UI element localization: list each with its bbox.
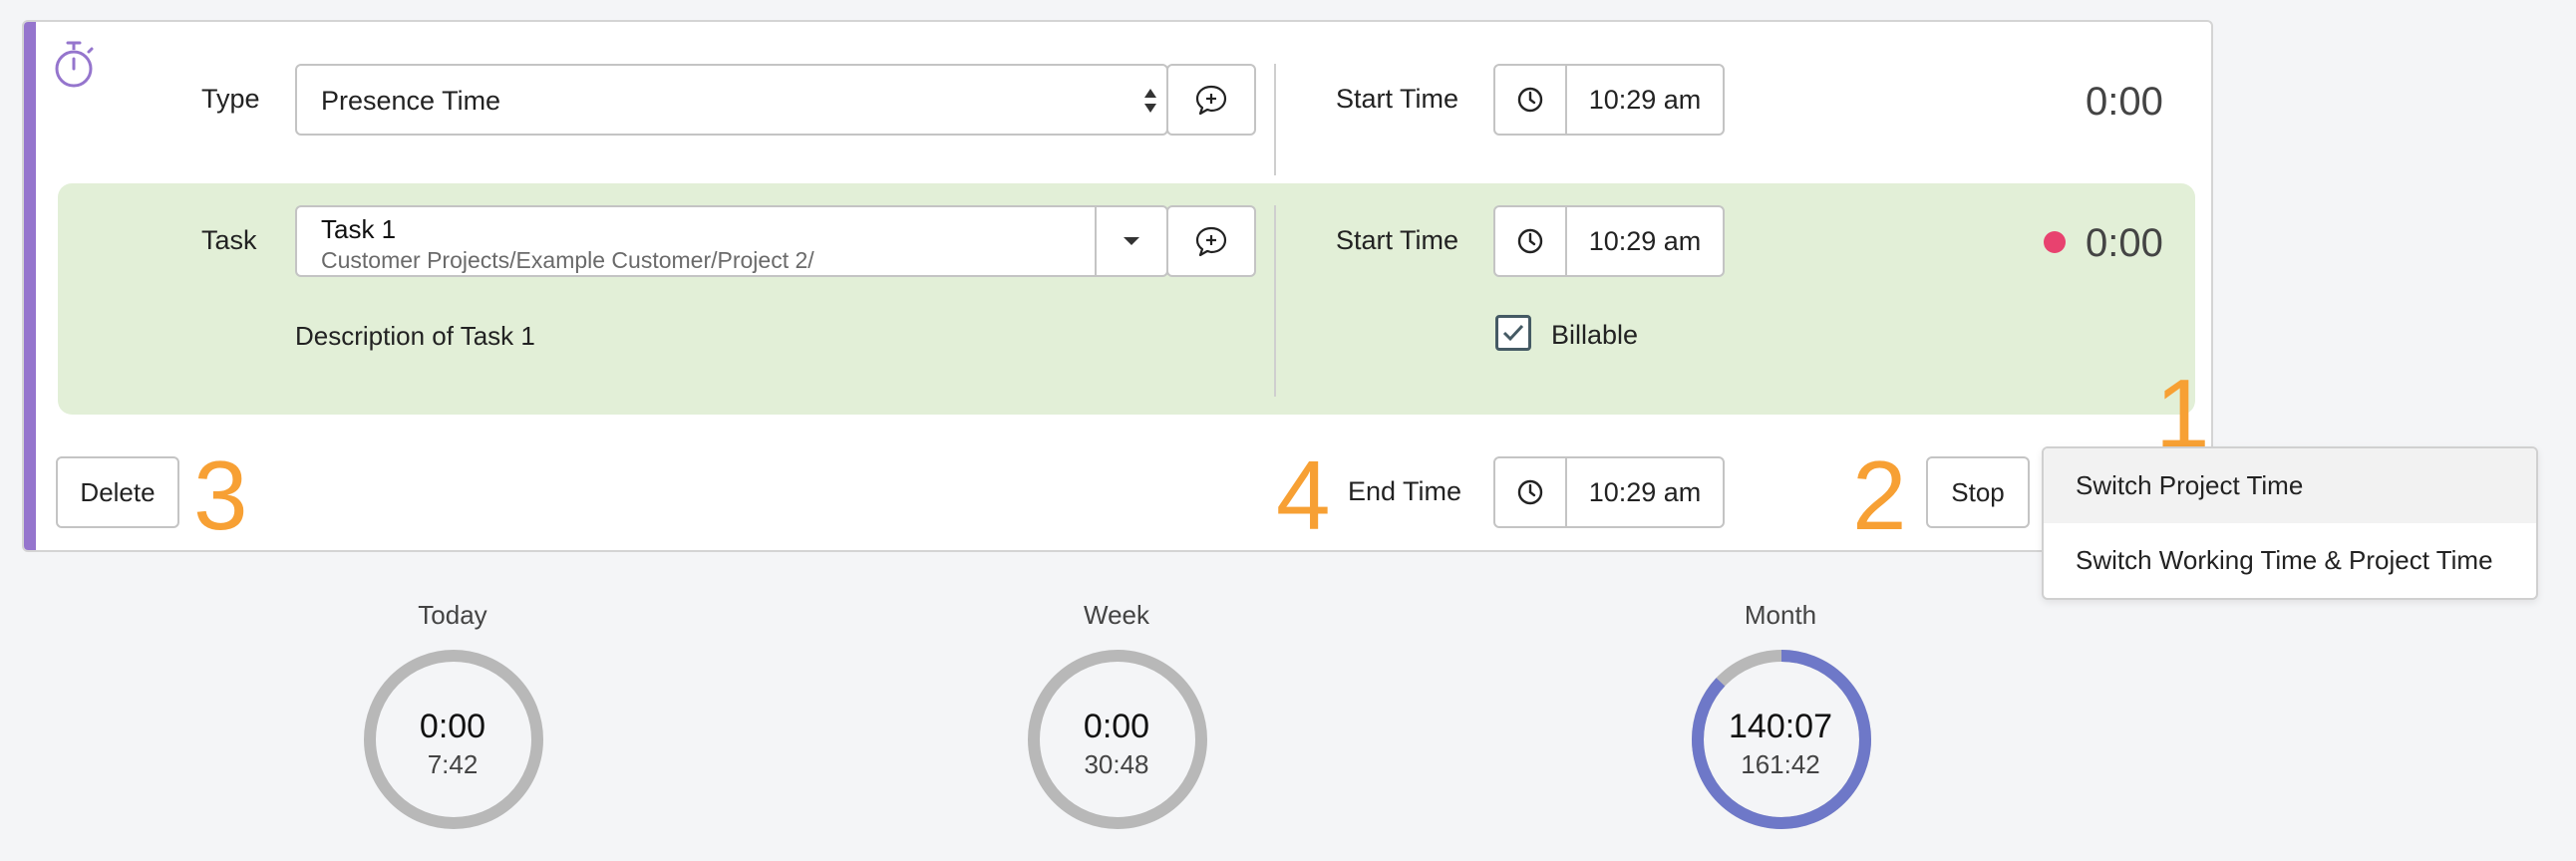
clock-icon [1495, 207, 1567, 275]
updown-arrows-icon [1142, 86, 1158, 121]
billable-checkbox[interactable] [1495, 315, 1531, 351]
task-label: Task [201, 225, 257, 255]
task-name: Task 1 [321, 214, 397, 244]
comment-plus-icon [1195, 226, 1227, 257]
task-start-time-label: Start Time [1336, 225, 1459, 255]
menu-item-switch-working-and-project-time[interactable]: Switch Working Time & Project Time [2044, 523, 2536, 598]
annotation-2: 2 [1852, 440, 1907, 550]
today-value: 0:00 [419, 708, 486, 745]
task-duration: 0:00 [2086, 221, 2163, 265]
start-time-field[interactable]: 10:29 am [1493, 64, 1725, 136]
start-time-value: 10:29 am [1588, 84, 1702, 115]
clock-icon [1495, 458, 1567, 526]
task-dropdown-toggle[interactable] [1095, 207, 1166, 275]
presence-duration: 0:00 [2086, 80, 2163, 124]
task-start-time-value: 10:29 am [1588, 225, 1702, 256]
column-divider [1274, 64, 1276, 175]
stop-button[interactable]: Stop [1926, 456, 2030, 528]
task-description: Description of Task 1 [295, 321, 535, 351]
menu-item-switch-project-time[interactable]: Switch Project Time [2044, 448, 2536, 523]
end-time-value: 10:29 am [1588, 476, 1702, 507]
check-icon [1502, 324, 1524, 342]
task-add-comment-button[interactable] [1166, 205, 1256, 277]
card-accent-bar [24, 22, 36, 550]
add-comment-button[interactable] [1166, 64, 1256, 136]
stopwatch-icon [52, 40, 98, 95]
stat-label-today: Today [418, 600, 487, 630]
caret-down-icon [1124, 237, 1139, 245]
delete-button[interactable]: Delete [56, 456, 179, 528]
annotation-3: 3 [193, 440, 248, 550]
task-select[interactable]: Task 1 Customer Projects/Example Custome… [295, 205, 1168, 277]
type-select[interactable]: Presence Time [295, 64, 1168, 136]
end-time-field[interactable]: 10:29 am [1493, 456, 1725, 528]
comment-plus-icon [1195, 85, 1227, 116]
clock-icon [1495, 66, 1567, 134]
today-target: 7:42 [427, 749, 479, 779]
annotation-4: 4 [1276, 440, 1331, 550]
billable-label: Billable [1551, 320, 1639, 350]
end-time-label: End Time [1348, 476, 1462, 506]
task-column-divider [1274, 205, 1276, 397]
stat-label-month: Month [1744, 600, 1817, 630]
type-select-value: Presence Time [321, 86, 501, 116]
start-time-label: Start Time [1336, 84, 1459, 114]
type-label: Type [201, 84, 260, 114]
task-start-time-field[interactable]: 10:29 am [1493, 205, 1725, 277]
stat-label-week: Week [1084, 600, 1149, 630]
month-value: 140:07 [1729, 708, 1832, 745]
running-indicator-dot [2044, 231, 2066, 253]
week-value: 0:00 [1083, 708, 1150, 745]
month-target: 161:42 [1741, 749, 1820, 779]
task-path: Customer Projects/Example Customer/Proje… [321, 247, 814, 273]
switch-menu: Switch Project Time Switch Working Time … [2042, 446, 2538, 600]
week-target: 30:48 [1084, 749, 1149, 779]
